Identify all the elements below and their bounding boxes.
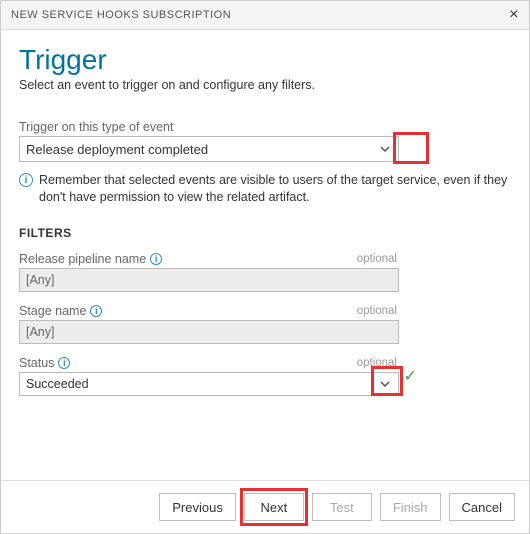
chevron-down-icon <box>372 373 398 395</box>
stage-name-field: Stage name i optional [Any] <box>19 304 399 344</box>
release-pipeline-select[interactable]: [Any] <box>19 268 399 292</box>
info-icon[interactable]: i <box>150 253 162 265</box>
page-title: Trigger <box>19 44 511 76</box>
optional-label: optional <box>357 357 399 369</box>
status-value: Succeeded <box>26 377 89 391</box>
filters-heading: FILTERS <box>19 226 511 240</box>
optional-label: optional <box>357 305 399 317</box>
info-note: i Remember that selected events are visi… <box>19 172 511 206</box>
cancel-button[interactable]: Cancel <box>449 493 515 521</box>
event-type-select[interactable]: Release deployment completed <box>19 136 399 162</box>
info-icon[interactable]: i <box>58 357 70 369</box>
status-select[interactable]: Succeeded <box>19 372 399 396</box>
next-button[interactable]: Next <box>244 493 304 521</box>
status-field: Status i optional Succeeded ✓ <box>19 356 399 396</box>
info-icon[interactable]: i <box>90 305 102 317</box>
close-icon[interactable]: × <box>509 7 519 23</box>
info-note-text: Remember that selected events are visibl… <box>39 172 511 206</box>
finish-button: Finish <box>380 493 441 521</box>
dialog-title: NEW SERVICE HOOKS SUBSCRIPTION <box>11 9 231 21</box>
event-type-label: Trigger on this type of event <box>19 120 399 134</box>
status-label: Status <box>19 356 54 370</box>
dialog-footer: Previous Next Test Finish Cancel <box>1 480 529 533</box>
release-pipeline-field: Release pipeline name i optional [Any] <box>19 252 399 292</box>
optional-label: optional <box>357 253 399 265</box>
filters-section: Release pipeline name i optional [Any] S… <box>19 252 511 396</box>
chevron-down-icon <box>372 137 398 161</box>
event-type-value: Release deployment completed <box>26 142 208 157</box>
dialog-content: Trigger Select an event to trigger on an… <box>1 30 529 480</box>
release-pipeline-value: [Any] <box>26 273 55 287</box>
event-type-field: Trigger on this type of event Release de… <box>19 120 399 162</box>
stage-name-label: Stage name <box>19 304 86 318</box>
stage-name-value: [Any] <box>26 325 55 339</box>
info-icon: i <box>19 173 33 187</box>
page-subtitle: Select an event to trigger on and config… <box>19 78 511 92</box>
checkmark-icon: ✓ <box>404 366 417 386</box>
release-pipeline-label: Release pipeline name <box>19 252 146 266</box>
test-button: Test <box>312 493 372 521</box>
stage-name-select[interactable]: [Any] <box>19 320 399 344</box>
previous-button[interactable]: Previous <box>159 493 236 521</box>
dialog-titlebar: NEW SERVICE HOOKS SUBSCRIPTION × <box>1 1 529 30</box>
